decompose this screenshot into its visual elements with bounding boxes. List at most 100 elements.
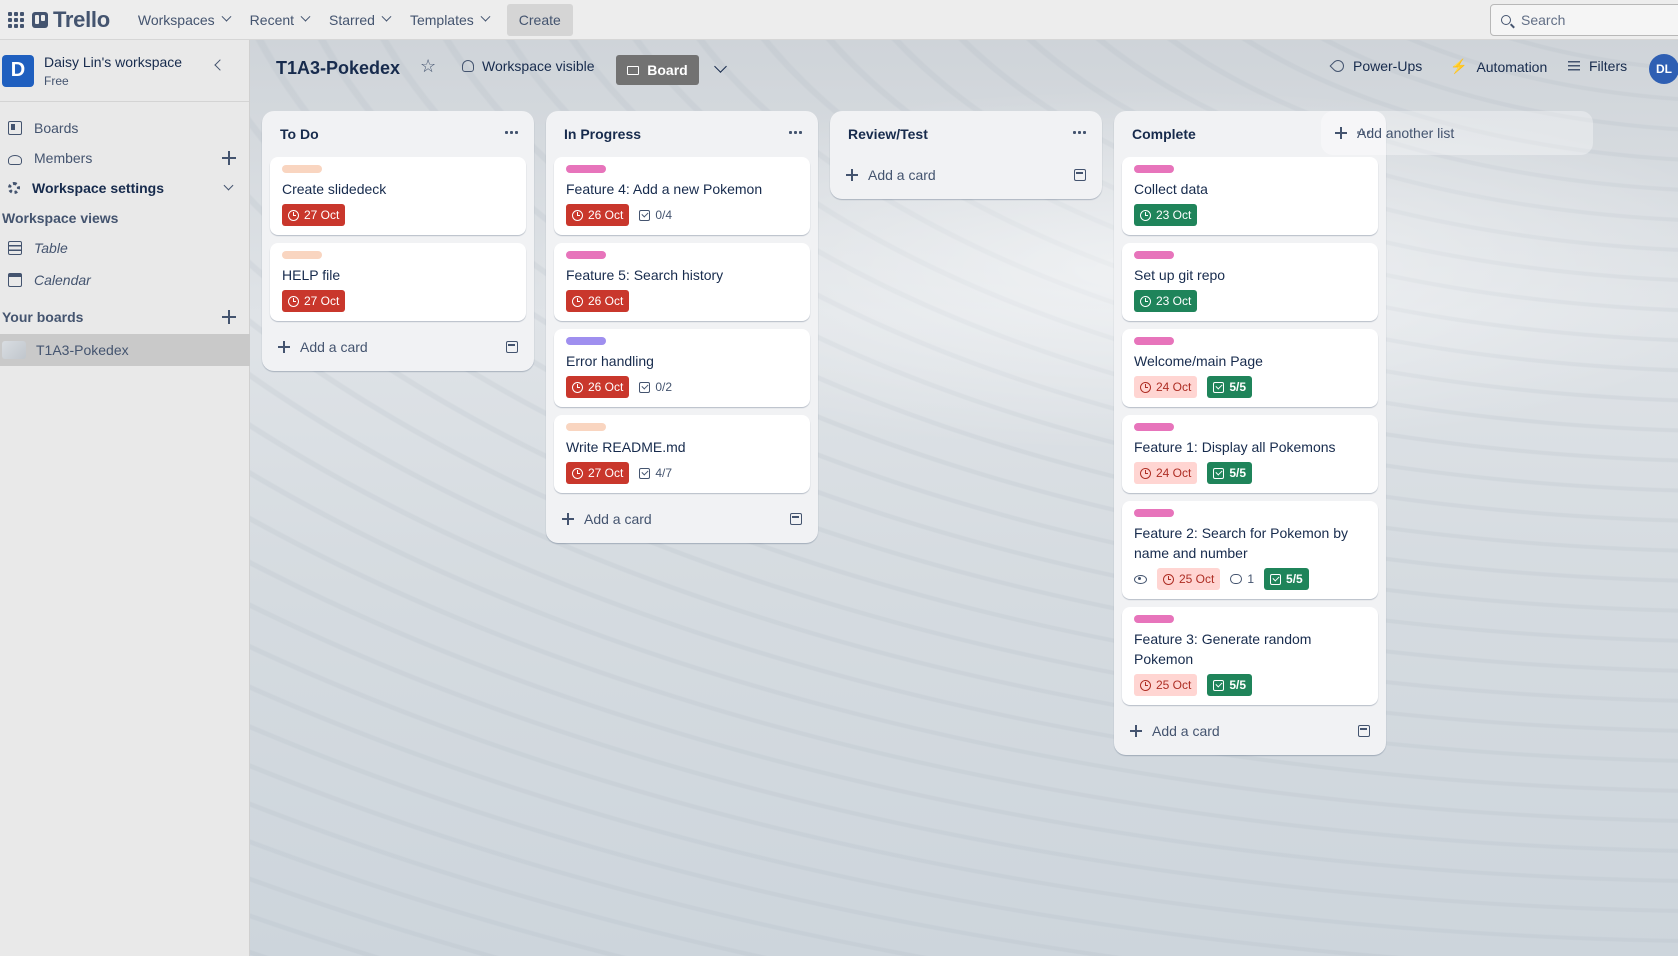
card[interactable]: Error handling 26 Oct 0/2 [554,329,810,407]
due-date-text: 26 Oct [588,380,624,394]
eye-icon [1134,574,1147,584]
card[interactable]: HELP file 27 Oct [270,243,526,321]
add-card-button[interactable]: Add a card [830,157,1102,193]
card-label[interactable] [566,251,606,259]
card[interactable]: Feature 4: Add a new Pokemon 26 Oct 0/4 [554,157,810,235]
power-ups-button[interactable]: Power-Ups [1329,57,1422,75]
card[interactable]: Feature 2: Search for Pokemon by name an… [1122,501,1378,599]
checklist-badge: 5/5 [1264,568,1309,590]
due-date-badge[interactable]: 26 Oct [566,204,630,226]
sidebar-item-members[interactable]: Members [0,142,250,174]
card-title: Welcome/main Page [1134,353,1263,369]
add-card-button[interactable]: Add a card [546,501,818,537]
due-date-badge[interactable]: 25 Oct [1134,674,1198,696]
more-options-icon[interactable] [504,131,518,134]
card[interactable]: Create slidedeck 27 Oct [270,157,526,235]
sidebar-item-table[interactable]: Table [0,232,250,264]
card-label[interactable] [282,165,322,173]
due-date-badge[interactable]: 26 Oct [566,376,630,398]
add-board-icon[interactable] [222,310,236,324]
add-card-button[interactable]: Add a card [262,329,534,365]
member-icon [8,155,22,165]
trello-logo[interactable]: Trello [32,7,110,33]
list-header[interactable]: In Progress [546,111,818,157]
checklist-badge: 0/2 [639,380,672,394]
due-date-text: 23 Oct [1156,208,1192,222]
visibility-button[interactable]: Workspace visible [462,58,595,74]
card-label[interactable] [1134,337,1174,345]
card-badges: 24 Oct 5/5 [1134,461,1366,485]
app-switcher-icon[interactable] [8,11,24,28]
card-template-icon[interactable] [1358,725,1370,737]
card[interactable]: Welcome/main Page 24 Oct 5/5 [1122,329,1378,407]
board-view-button[interactable]: Board [616,55,699,85]
filters-button[interactable]: Filters [1568,58,1627,74]
card[interactable]: Write README.md 27 Oct 4/7 [554,415,810,493]
automation-button[interactable]: ⚡ Automation [1450,58,1547,75]
sidebar-item-workspace-settings[interactable]: Workspace settings [0,172,250,204]
due-date-badge[interactable]: 23 Oct [1134,290,1198,312]
list-header[interactable]: To Do [262,111,534,157]
list: To Do Create slidedeck 27 Oct HELP file 27 O… [262,111,534,371]
card-label[interactable] [1134,165,1174,173]
card-label[interactable] [282,251,322,259]
star-icon[interactable]: ☆ [420,56,436,77]
card-label[interactable] [566,337,606,345]
card[interactable]: Feature 5: Search history 26 Oct [554,243,810,321]
card-badges: 23 Oct [1134,289,1366,313]
card-label[interactable] [566,165,606,173]
card-template-icon[interactable] [506,341,518,353]
add-member-icon[interactable] [222,151,236,165]
card[interactable]: Feature 1: Display all Pokemons 24 Oct 5/5 [1122,415,1378,493]
collapse-sidebar-icon[interactable] [214,59,226,71]
chevron-down-icon[interactable] [714,60,727,73]
card-badges: 27 Oct [282,289,514,313]
due-date-badge[interactable]: 25 Oct [1157,568,1221,590]
templates-menu[interactable]: Templates [400,4,499,36]
add-card-label: Add a card [300,339,368,355]
card-label[interactable] [1134,423,1174,431]
due-date-badge[interactable]: 24 Oct [1134,462,1198,484]
action-label: Filters [1589,58,1628,74]
recent-menu[interactable]: Recent [240,4,319,36]
due-date-badge[interactable]: 27 Oct [282,204,346,226]
card-template-icon[interactable] [790,513,802,525]
board-title[interactable]: T1A3-Pokedex [276,58,400,79]
workspace-avatar[interactable]: D [2,54,34,87]
card[interactable]: Feature 3: Generate random Pokemon 25 Oct… [1122,607,1378,705]
sidebar-item-calendar[interactable]: Calendar [0,264,250,296]
due-date-badge[interactable]: 27 Oct [566,462,630,484]
starred-menu[interactable]: Starred [319,4,400,36]
action-label: Automation [1476,58,1548,75]
card-title: HELP file [282,267,341,283]
card-label[interactable] [1134,509,1174,517]
more-options-icon[interactable] [788,131,802,134]
card-badges: 26 Oct 0/4 [566,203,798,227]
card-label[interactable] [1134,251,1174,259]
workspaces-menu[interactable]: Workspaces [128,4,240,36]
list-header[interactable]: Review/Test [830,111,1102,157]
avatar[interactable]: DL [1649,54,1678,84]
card-template-icon[interactable] [1074,169,1086,181]
create-button[interactable]: Create [506,3,573,36]
due-date-badge[interactable]: 27 Oct [282,290,346,312]
search-input[interactable]: Search [1490,4,1678,36]
card[interactable]: Set up git repo 23 Oct [1122,243,1378,321]
due-date-badge[interactable]: 26 Oct [566,290,630,312]
due-date-badge[interactable]: 24 Oct [1134,376,1198,398]
due-date-text: 26 Oct [588,294,624,308]
sidebar-item-boards[interactable]: Boards [0,112,250,144]
card[interactable]: Collect data 23 Oct [1122,157,1378,235]
chevron-down-icon[interactable] [223,180,234,191]
add-list-button[interactable]: Add another list [1321,111,1593,155]
add-card-button[interactable]: Add a card [1114,713,1386,749]
workspace-name[interactable]: Daisy Lin's workspace [44,54,182,70]
clock-icon [1140,467,1151,479]
sidebar-item-board[interactable]: T1A3-Pokedex [0,334,250,366]
card-label[interactable] [1134,615,1174,623]
card-title: Collect data [1134,181,1208,197]
more-options-icon[interactable] [1072,131,1086,134]
due-date-badge[interactable]: 23 Oct [1134,204,1198,226]
card-label[interactable] [566,423,606,431]
logo-text: Trello [53,6,110,32]
